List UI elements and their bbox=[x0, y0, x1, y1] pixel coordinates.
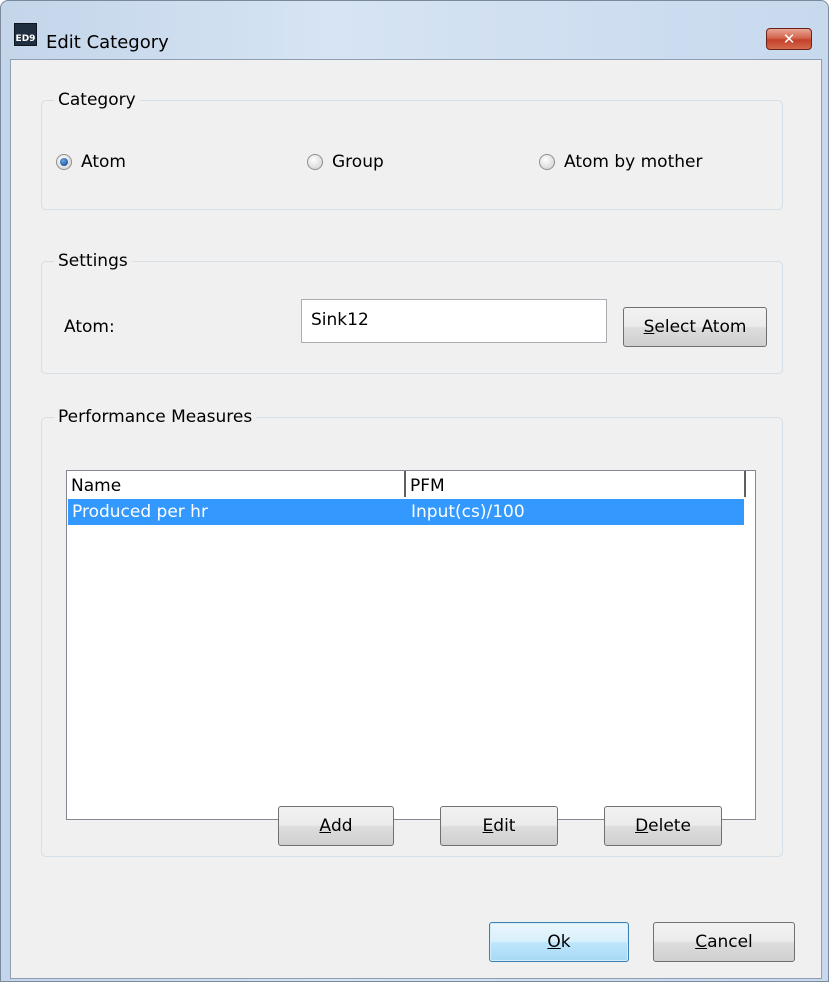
select-atom-button[interactable]: Select Atom bbox=[623, 307, 767, 347]
radio-group-indicator[interactable] bbox=[307, 154, 323, 170]
radio-atom[interactable]: Atom bbox=[56, 152, 126, 172]
radio-group-label: Group bbox=[332, 152, 384, 172]
settings-group-label: Settings bbox=[54, 250, 132, 272]
ok-button[interactable]: Ok bbox=[489, 922, 629, 962]
table-row[interactable]: Produced per hr Input(cs)/100 bbox=[68, 499, 744, 525]
column-header-pfm[interactable]: PFM bbox=[406, 471, 746, 497]
performance-measures-label: Performance Measures bbox=[54, 406, 257, 428]
atom-input[interactable]: Sink12 bbox=[301, 299, 607, 343]
close-button[interactable]: ✕ bbox=[766, 28, 812, 50]
radio-atom-by-mother-label: Atom by mother bbox=[564, 152, 703, 172]
atom-label: Atom: bbox=[64, 317, 115, 337]
close-icon: ✕ bbox=[782, 30, 796, 48]
title-bar[interactable]: ED9 Edit Category ✕ bbox=[1, 1, 828, 53]
category-group-label: Category bbox=[54, 89, 140, 111]
radio-atom-label: Atom bbox=[81, 152, 126, 172]
edit-category-dialog: ED9 Edit Category ✕ Category Atom Group … bbox=[0, 0, 829, 982]
row-name-cell: Produced per hr bbox=[72, 502, 208, 522]
settings-group: Settings Atom: Sink12 Select Atom bbox=[41, 250, 783, 374]
column-header-name[interactable]: Name bbox=[67, 471, 406, 497]
radio-atom-by-mother-indicator[interactable] bbox=[539, 154, 555, 170]
edit-button[interactable]: Edit bbox=[440, 806, 558, 846]
radio-atom-indicator[interactable] bbox=[56, 154, 72, 170]
row-pfm-cell: Input(cs)/100 bbox=[411, 502, 525, 522]
add-button[interactable]: Add bbox=[278, 806, 394, 846]
performance-measures-list[interactable]: Name PFM Produced per hr Input(cs)/100 bbox=[66, 470, 756, 820]
window-title: Edit Category bbox=[46, 32, 169, 53]
cancel-button[interactable]: Cancel bbox=[653, 922, 795, 962]
radio-group[interactable]: Group bbox=[307, 152, 384, 172]
radio-atom-by-mother[interactable]: Atom by mother bbox=[539, 152, 702, 172]
delete-button[interactable]: Delete bbox=[604, 806, 722, 846]
list-header: Name PFM bbox=[67, 471, 755, 497]
app-icon: ED9 bbox=[14, 23, 37, 46]
category-group: Category Atom Group Atom by mother bbox=[41, 89, 783, 210]
dialog-client-area: Category Atom Group Atom by mother Setti… bbox=[10, 59, 822, 979]
